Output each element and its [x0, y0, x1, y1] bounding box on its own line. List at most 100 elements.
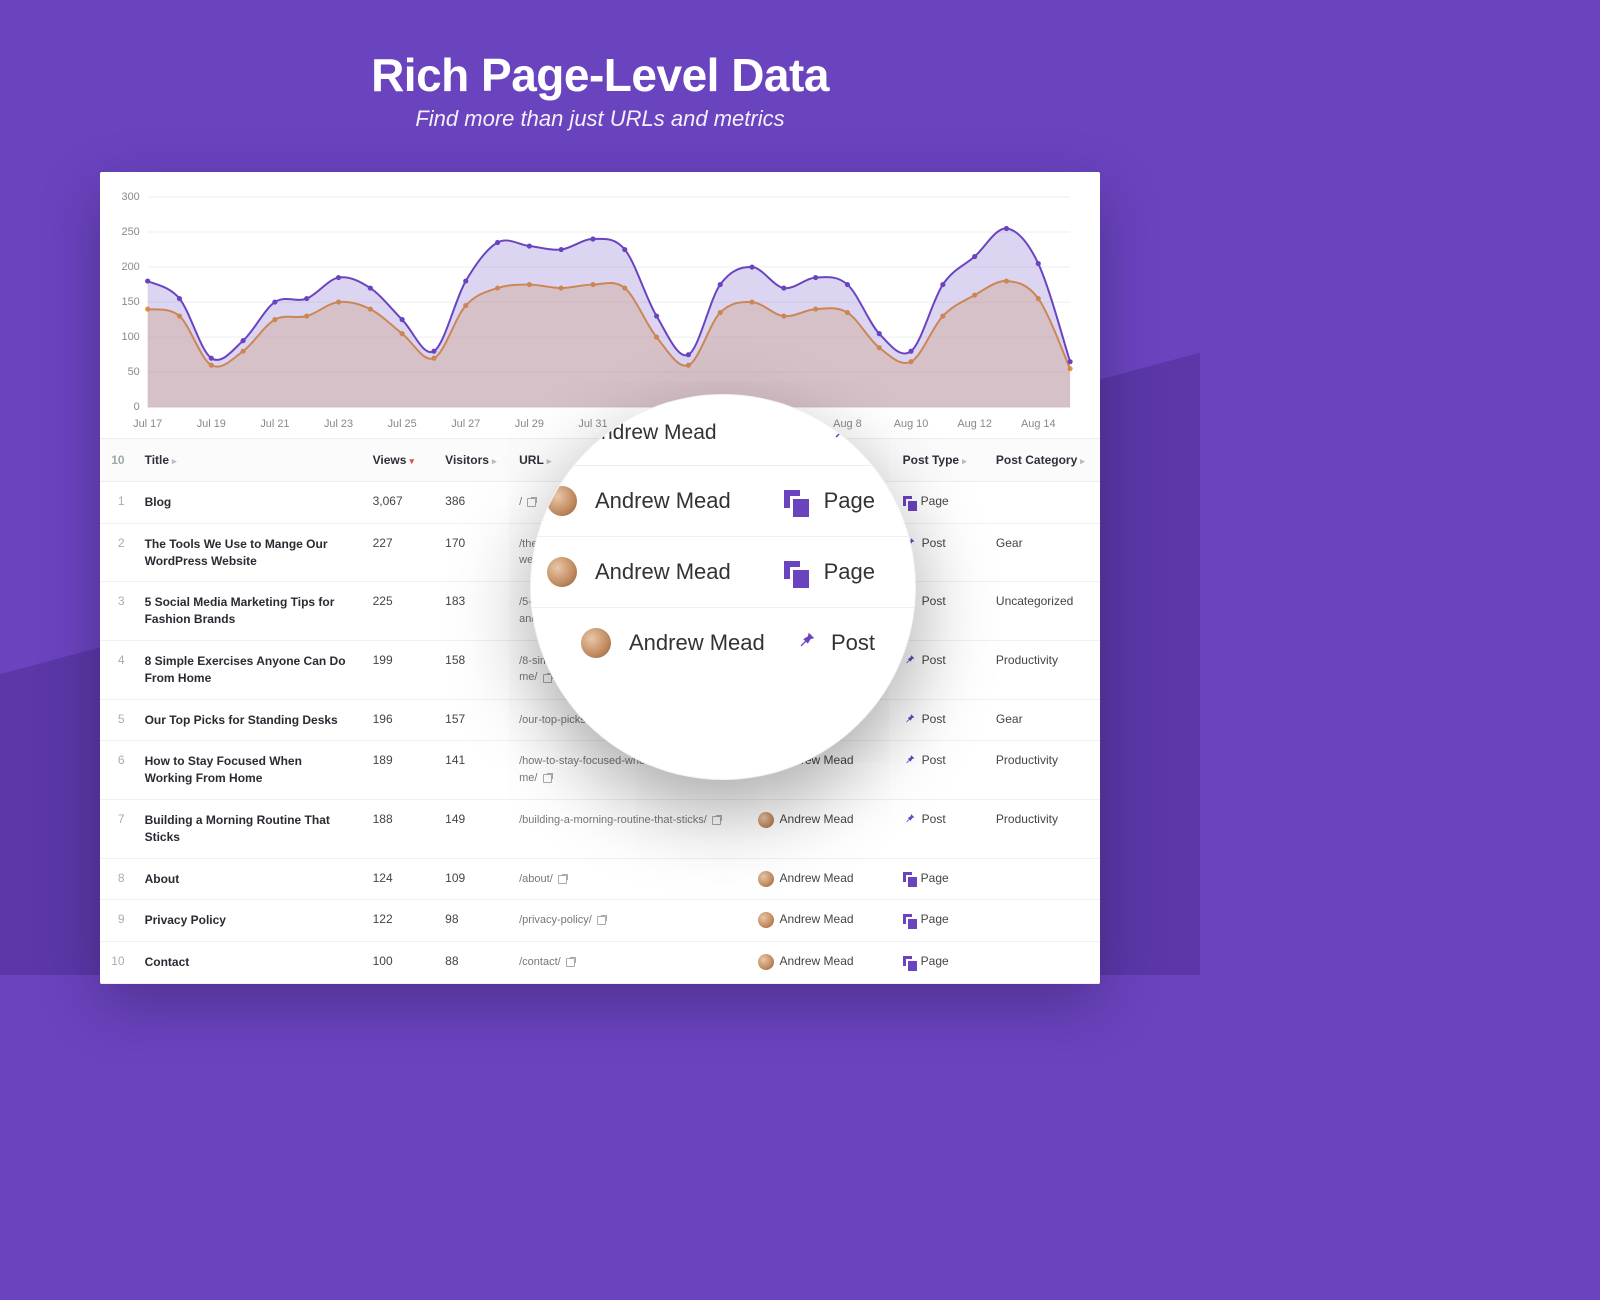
avatar: [547, 486, 577, 516]
svg-text:250: 250: [122, 226, 140, 238]
table-row[interactable]: 7Building a Morning Routine That Sticks 1…: [100, 799, 1100, 858]
row-views: 3,067: [363, 482, 436, 524]
svg-text:Jul 17: Jul 17: [133, 418, 162, 430]
row-category: Productivity: [986, 640, 1100, 699]
hero-title: Rich Page-Level Data: [0, 48, 1200, 102]
svg-text:Aug 14: Aug 14: [1021, 418, 1056, 430]
col-index[interactable]: 10: [100, 439, 135, 482]
row-visitors: 149: [435, 799, 509, 858]
row-category: [986, 482, 1100, 524]
mag-author: Andrew Mead: [595, 559, 784, 585]
row-index: 7: [100, 799, 135, 858]
col-views[interactable]: Views▾: [363, 439, 436, 482]
row-category: [986, 900, 1100, 942]
row-views: 122: [363, 900, 436, 942]
row-index: 2: [100, 523, 135, 582]
row-visitors: 141: [435, 741, 509, 800]
svg-text:0: 0: [134, 401, 140, 413]
row-title[interactable]: Privacy Policy: [135, 900, 363, 942]
page-icon: [903, 872, 915, 884]
row-index: 9: [100, 900, 135, 942]
row-views: 199: [363, 640, 436, 699]
row-type: Page: [893, 858, 986, 900]
avatar: [758, 871, 774, 887]
row-type: Page: [893, 942, 986, 984]
row-visitors: 109: [435, 858, 509, 900]
row-visitors: 170: [435, 523, 509, 582]
row-index: 3: [100, 582, 135, 641]
row-views: 227: [363, 523, 436, 582]
row-visitors: 98: [435, 900, 509, 942]
svg-text:300: 300: [122, 191, 140, 203]
row-category: [986, 942, 1100, 984]
row-title[interactable]: 8 Simple Exercises Anyone Can Do From Ho…: [135, 640, 363, 699]
row-author[interactable]: Andrew Mead: [748, 942, 893, 984]
mag-row: Andrew Mead Page: [531, 537, 915, 608]
row-title[interactable]: The Tools We Use to Mange Our WordPress …: [135, 523, 363, 582]
row-views: 196: [363, 699, 436, 741]
col-title[interactable]: Title▸: [135, 439, 363, 482]
row-category: Gear: [986, 699, 1100, 741]
row-visitors: 158: [435, 640, 509, 699]
row-index: 5: [100, 699, 135, 741]
row-visitors: 88: [435, 942, 509, 984]
row-views: 124: [363, 858, 436, 900]
table-row[interactable]: 10Contact10088/contact/ Andrew MeadPage: [100, 942, 1100, 984]
row-type: Page: [893, 900, 986, 942]
row-url[interactable]: /about/: [509, 858, 747, 900]
mag-type: Page: [824, 559, 875, 585]
row-visitors: 183: [435, 582, 509, 641]
external-link-icon[interactable]: [712, 815, 722, 825]
row-url[interactable]: /building-a-morning-routine-that-sticks/: [509, 799, 747, 858]
svg-text:200: 200: [122, 261, 140, 273]
svg-text:100: 100: [122, 331, 140, 343]
row-url[interactable]: /contact/: [509, 942, 747, 984]
row-title[interactable]: Our Top Picks for Standing Desks: [135, 699, 363, 741]
col-category[interactable]: Post Category▸: [986, 439, 1100, 482]
row-visitors: 386: [435, 482, 509, 524]
row-url[interactable]: /privacy-policy/: [509, 900, 747, 942]
row-title[interactable]: How to Stay Focused When Working From Ho…: [135, 741, 363, 800]
mag-type: Post: [831, 630, 875, 656]
row-title[interactable]: Contact: [135, 942, 363, 984]
svg-text:Jul 23: Jul 23: [324, 418, 353, 430]
row-category: [986, 858, 1100, 900]
page-icon: [903, 956, 915, 968]
svg-text:150: 150: [122, 296, 140, 308]
row-views: 225: [363, 582, 436, 641]
page-icon: [784, 561, 806, 583]
external-link-icon[interactable]: [566, 957, 576, 967]
row-index: 4: [100, 640, 135, 699]
svg-text:Jul 19: Jul 19: [197, 418, 226, 430]
external-link-icon[interactable]: [597, 915, 607, 925]
row-views: 189: [363, 741, 436, 800]
table-row[interactable]: 9Privacy Policy12298/privacy-policy/ And…: [100, 900, 1100, 942]
avatar: [758, 954, 774, 970]
magnifier-lens: Andrew Mead Andrew MeadPageAndrew MeadPa…: [530, 394, 916, 780]
row-author[interactable]: Andrew Mead: [748, 900, 893, 942]
row-index: 10: [100, 942, 135, 984]
row-index: 8: [100, 858, 135, 900]
pin-icon: [829, 417, 855, 449]
row-title[interactable]: 5 Social Media Marketing Tips for Fashio…: [135, 582, 363, 641]
external-link-icon[interactable]: [558, 874, 568, 884]
table-row[interactable]: 8About124109/about/ Andrew MeadPage: [100, 858, 1100, 900]
svg-text:Jul 27: Jul 27: [451, 418, 480, 430]
avatar: [581, 628, 611, 658]
page-icon: [903, 914, 915, 926]
row-title[interactable]: About: [135, 858, 363, 900]
row-type: Post: [893, 799, 986, 858]
row-title[interactable]: Blog: [135, 482, 363, 524]
hero-subtitle: Find more than just URLs and metrics: [0, 106, 1200, 132]
row-category: Productivity: [986, 799, 1100, 858]
row-title[interactable]: Building a Morning Routine That Sticks: [135, 799, 363, 858]
mag-type: Page: [824, 488, 875, 514]
row-index: 1: [100, 482, 135, 524]
row-author[interactable]: Andrew Mead: [748, 799, 893, 858]
row-category: Gear: [986, 523, 1100, 582]
row-author[interactable]: Andrew Mead: [748, 858, 893, 900]
row-index: 6: [100, 741, 135, 800]
row-visitors: 157: [435, 699, 509, 741]
col-visitors[interactable]: Visitors▸: [435, 439, 509, 482]
mag-author: Andrew Mead: [595, 488, 784, 514]
